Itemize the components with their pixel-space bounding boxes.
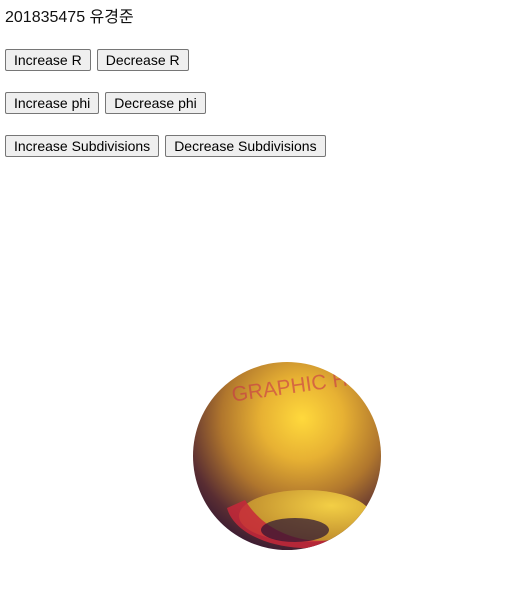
increase-subdivisions-button[interactable]: Increase Subdivisions bbox=[5, 135, 160, 157]
radius-controls: Increase R Decrease R bbox=[5, 49, 189, 71]
page-title: 201835475 유경준 bbox=[5, 9, 134, 26]
sphere-dark-patch bbox=[261, 518, 329, 542]
subdivision-controls: Increase Subdivisions Decrease Subdivisi… bbox=[5, 135, 326, 157]
webgl-canvas[interactable]: GRAPHIC HONG KONG bbox=[5, 170, 505, 607]
phi-controls: Increase phi Decrease phi bbox=[5, 92, 206, 114]
decrease-r-button[interactable]: Decrease R bbox=[96, 49, 189, 71]
decrease-phi-button[interactable]: Decrease phi bbox=[105, 92, 206, 114]
increase-r-button[interactable]: Increase R bbox=[5, 49, 91, 71]
increase-phi-button[interactable]: Increase phi bbox=[5, 92, 100, 114]
decrease-subdivisions-button[interactable]: Decrease Subdivisions bbox=[165, 135, 326, 157]
sphere-render: GRAPHIC HONG KONG bbox=[193, 362, 381, 550]
